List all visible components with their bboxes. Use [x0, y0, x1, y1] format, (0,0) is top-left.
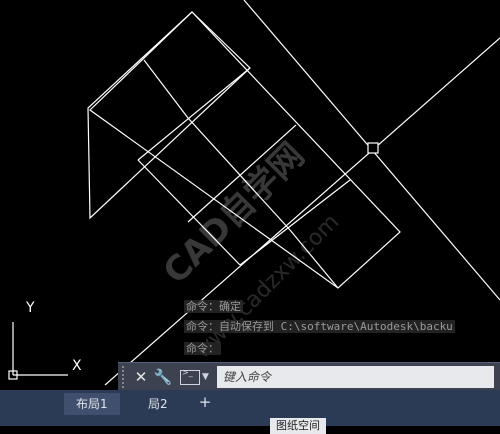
ucs-y-label: Y: [26, 300, 35, 316]
tab-layout1[interactable]: 布局1: [64, 393, 120, 415]
command-prompt-icon[interactable]: [180, 368, 200, 385]
grip-square[interactable]: [367, 142, 379, 154]
grid-line: [137, 159, 241, 266]
command-history-line-1: 命令：确定: [184, 300, 243, 313]
add-tab-button[interactable]: +: [196, 393, 214, 411]
rectangle-grid: [89, 11, 401, 289]
grid-line: [143, 59, 189, 119]
wrench-icon[interactable]: 🔧: [152, 368, 174, 386]
tab-layout2[interactable]: 局2: [136, 393, 180, 415]
grid-line: [137, 67, 251, 161]
grid-outline: [87, 11, 251, 220]
chevron-down-icon[interactable]: ▼: [202, 372, 209, 382]
drag-handle[interactable]: [122, 366, 130, 388]
command-input[interactable]: [216, 366, 494, 388]
ucs-icon: [8, 322, 68, 380]
command-history-line-3: 命令：: [184, 342, 221, 355]
grid-line: [187, 124, 297, 223]
grid-line: [187, 117, 291, 231]
layout-tab-bar: 布局1 局2 +: [0, 390, 500, 426]
command-history-line-2: 命令：自动保存到 C:\software\Autodesk\backu: [184, 320, 455, 333]
ucs-x-label: X: [72, 358, 82, 374]
command-line-bar: ✕ 🔧 ▼: [118, 362, 500, 391]
close-icon[interactable]: ✕: [130, 368, 152, 386]
status-model-button[interactable]: 图纸空间: [270, 418, 326, 434]
